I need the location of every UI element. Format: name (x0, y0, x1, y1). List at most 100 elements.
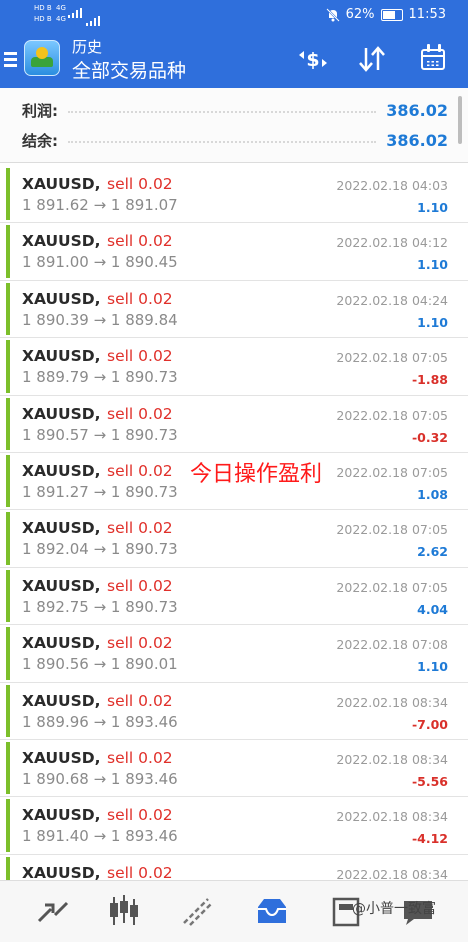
trade-prices: 1 891.00 → 1 890.45 (22, 253, 178, 272)
trade-type: sell 0.02 (107, 461, 173, 480)
profit-row: 利润: 386.02 (22, 96, 448, 124)
trade-symbol: XAUUSD, (22, 748, 101, 767)
app-logo (24, 40, 60, 76)
trade-row[interactable]: XAUUSD, sell 0.02 1 891.62 → 1 891.07 20… (0, 166, 468, 224)
trade-type: sell 0.02 (107, 634, 173, 653)
trade-time: 2022.02.18 08:34 (336, 809, 448, 825)
trade-symbol: XAUUSD, (22, 806, 101, 825)
trade-profit: 2.62 (417, 544, 448, 560)
trade-type: sell 0.02 (107, 232, 173, 251)
svg-text:$: $ (306, 49, 319, 71)
dollar-swap-icon[interactable]: $ (296, 44, 328, 74)
trade-row[interactable]: XAUUSD, sell 0.02 1 892.75 → 1 890.73 20… (0, 568, 468, 626)
row-marker (6, 799, 10, 852)
row-marker (6, 168, 10, 221)
trade-type: sell 0.02 (107, 289, 173, 308)
trade-time: 2022.02.18 04:12 (336, 235, 448, 251)
app-bar: 历史 全部交易品种 $ (0, 32, 468, 88)
balance-value: 386.02 (386, 130, 448, 150)
trade-type: sell 0.02 (107, 404, 173, 423)
overlay-caption: 今日操作盈利 (190, 462, 323, 487)
row-marker (6, 225, 10, 278)
trade-row[interactable]: XAUUSD, sell 0.02 1 890.57 → 1 890.73 20… (0, 396, 468, 453)
trade-symbol: XAUUSD, (22, 691, 101, 710)
trade-profit: 1.08 (417, 486, 448, 502)
clock: 11:53 (408, 7, 446, 22)
trade-profit: 4.04 (417, 601, 448, 617)
trade-prices: 1 890.57 → 1 890.73 (22, 425, 178, 444)
trade-prices: 1 889.79 → 1 890.73 (22, 368, 178, 387)
trade-prices: 1 891.27 → 1 890.73 (22, 482, 178, 501)
signal-bars-icon (68, 8, 82, 18)
balance-row: 结余: 386.02 (22, 126, 448, 154)
trade-row[interactable]: XAUUSD, sell 0.02 1 892.04 → 1 890.73 20… (0, 510, 468, 568)
trade-row[interactable]: XAUUSD, sell 0.02 1 890.39 → 1 889.84 20… (0, 281, 468, 339)
trade-symbol: XAUUSD, (22, 863, 101, 882)
signal-label-2: 4G (56, 4, 66, 12)
trade-row[interactable]: XAUUSD, sell 0.02 1 891.40 → 1 893.46 20… (0, 797, 468, 855)
trade-row[interactable]: XAUUSD, sell 0.02 1 890.56 → 1 890.01 20… (0, 625, 468, 683)
trade-type: sell 0.02 (107, 175, 173, 193)
balance-label: 结余: (22, 131, 58, 150)
trade-time: 2022.02.18 07:05 (336, 407, 448, 423)
trade-prices: 1 891.62 → 1 891.07 (22, 196, 178, 214)
calendar-icon[interactable] (418, 44, 450, 74)
trade-time: 2022.02.18 07:05 (336, 522, 448, 538)
trade-prices: 1 890.56 → 1 890.01 (22, 655, 178, 674)
row-marker (6, 397, 10, 450)
trade-prices: 1 891.40 → 1 893.46 (22, 827, 178, 846)
dotted-leader (68, 111, 377, 113)
trade-time: 2022.02.18 07:05 (336, 350, 448, 366)
quotes-icon[interactable] (33, 891, 73, 931)
trade-profit: -5.56 (411, 773, 448, 789)
trade-type: sell 0.02 (107, 347, 173, 366)
trade-profit: -1.88 (411, 372, 448, 388)
trade-row[interactable]: XAUUSD, sell 0.02 1 889.96 → 1 893.46 20… (0, 683, 468, 740)
trade-time: 2022.02.18 08:34 (336, 751, 448, 767)
scrollbar[interactable] (458, 96, 462, 144)
trade-list: XAUUSD, sell 0.02 1 891.62 → 1 891.07 20… (0, 166, 468, 913)
row-marker (6, 627, 10, 680)
battery-icon (380, 8, 403, 21)
trade-symbol: XAUUSD, (22, 461, 101, 480)
trade-type: sell 0.02 (107, 691, 173, 710)
trade-profit: 1.10 (417, 659, 448, 675)
sort-icon[interactable] (356, 44, 388, 74)
menu-icon[interactable] (4, 52, 17, 70)
trade-time: 2022.02.18 08:34 (336, 694, 448, 710)
trade-type: sell 0.02 (107, 748, 173, 767)
chart-icon[interactable] (104, 891, 144, 931)
status-right: 62% 11:53 (325, 7, 446, 22)
profit-label: 利润: (22, 101, 58, 120)
trade-symbol: XAUUSD, (22, 232, 101, 251)
trade-row[interactable]: XAUUSD, sell 0.02 1 891.00 → 1 890.45 20… (0, 223, 468, 281)
trade-symbol: XAUUSD, (22, 519, 101, 538)
trade-icon[interactable] (178, 891, 218, 931)
trade-prices: 1 890.68 → 1 893.46 (22, 769, 178, 788)
trade-row[interactable]: XAUUSD, sell 0.02 1 890.68 → 1 893.46 20… (0, 740, 468, 798)
trade-time: 2022.02.18 07:08 (336, 637, 448, 653)
signal-indicators: HD B 4G HD B 4G (34, 4, 104, 26)
battery-percent: 62% (345, 7, 375, 22)
trade-prices: 1 892.04 → 1 890.73 (22, 540, 178, 559)
trade-symbol: XAUUSD, (22, 576, 101, 595)
signal-label-1: HD B (34, 4, 52, 12)
trade-profit: 1.10 (417, 200, 448, 215)
page-subtitle: 历史 (72, 38, 103, 56)
trade-profit: -4.12 (411, 831, 448, 847)
trade-symbol: XAUUSD, (22, 175, 101, 193)
watermark: @小普一致富 (352, 901, 436, 917)
history-icon[interactable] (252, 891, 292, 931)
trade-symbol: XAUUSD, (22, 404, 101, 423)
page-title[interactable]: 全部交易品种 (72, 56, 186, 83)
trade-symbol: XAUUSD, (22, 347, 101, 366)
trade-type: sell 0.02 (107, 576, 173, 595)
row-marker (6, 569, 10, 623)
trade-type: sell 0.02 (107, 863, 173, 882)
trade-time: 2022.02.18 07:05 (336, 579, 448, 595)
trade-type: sell 0.02 (107, 519, 173, 538)
trade-prices: 1 889.96 → 1 893.46 (22, 712, 178, 731)
summary-panel: 利润: 386.02 结余: 386.02 (0, 88, 468, 163)
trade-row[interactable]: XAUUSD, sell 0.02 1 889.79 → 1 890.73 20… (0, 338, 468, 396)
trade-prices: 1 892.75 → 1 890.73 (22, 597, 178, 616)
